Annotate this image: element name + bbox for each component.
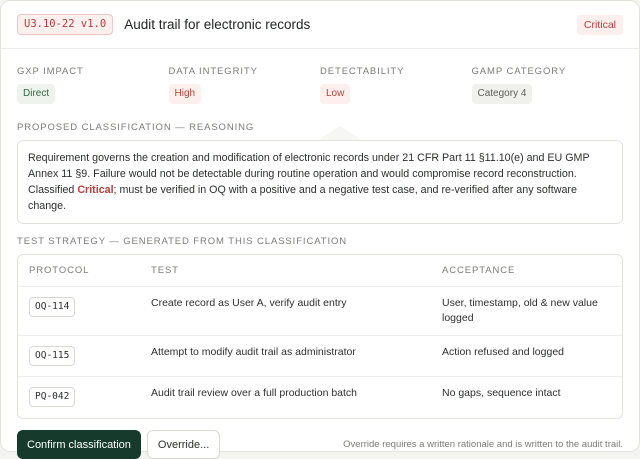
metric-label: GAMP Category (471, 66, 567, 77)
test-cell: Attempt to modify audit trail as adminis… (151, 346, 356, 358)
severity-badge: Critical (576, 14, 623, 35)
acceptance-cell: Action refused and logged (442, 346, 565, 358)
protocol-tag[interactable]: OQ-114 (29, 297, 76, 317)
action-footer: Confirm classification Override... Overr… (1, 419, 639, 459)
test-cell: Create record as User A, verify audit en… (151, 297, 347, 309)
metric-label: GxP Impact (17, 66, 84, 77)
metric-label: Detectability (320, 66, 405, 77)
table-row: OQ-114 Create record as User A, verify a… (18, 286, 622, 335)
test-cell: Audit trail review over a full productio… (151, 387, 358, 399)
table-header-row: Protocol Test Acceptance (18, 255, 622, 286)
metric-gamp-category: GAMP Category Category 4 (471, 66, 624, 104)
page-title: Audit trail for electronic records (124, 17, 311, 32)
classification-card: U3.10-22 v1.0 Audit trail for electronic… (0, 0, 640, 459)
reasoning-text: Requirement governs the creation and mod… (17, 140, 623, 224)
reasoning-emphasis: Critical (77, 184, 114, 196)
metric-detectability: Detectability Low (320, 66, 472, 104)
card-header: U3.10-22 v1.0 Audit trail for electronic… (1, 1, 639, 49)
test-strategy-table: Protocol Test Acceptance OQ-114 Create r… (17, 254, 623, 419)
metric-gxp-impact: GxP Impact Direct (17, 66, 169, 104)
confirm-classification-button[interactable]: Confirm classification (17, 430, 141, 459)
metric-value-chip: Category 4 (471, 84, 533, 104)
override-note: Override requires a written rationale an… (343, 439, 623, 450)
table-row: PQ-042 Audit trail review over a full pr… (18, 376, 622, 418)
table-row: OQ-115 Attempt to modify audit trail as … (18, 335, 622, 376)
metric-data-integrity: Data Integrity High (168, 66, 321, 104)
strategy-section-label: Test strategy — generated from this clas… (17, 236, 348, 247)
metric-value-chip: Direct (17, 84, 56, 104)
protocol-cell: OQ-114 (18, 296, 151, 335)
metric-value-chip: Low (320, 84, 351, 104)
metric-value-chip: High (168, 84, 202, 104)
override-button[interactable]: Override... (146, 430, 221, 459)
protocol-tag[interactable]: OQ-115 (29, 346, 76, 366)
reasoning-wrapper: Requirement governs the creation and mod… (1, 126, 639, 224)
requirement-id-badge: U3.10-22 v1.0 (17, 14, 114, 35)
protocol-cell: PQ-042 (18, 386, 151, 418)
column-header-acceptance: Acceptance (442, 265, 516, 276)
column-header-test: Test (151, 265, 179, 276)
protocol-cell: OQ-115 (18, 345, 151, 376)
protocol-tag[interactable]: PQ-042 (29, 387, 76, 407)
column-header-protocol: Protocol (29, 265, 90, 276)
acceptance-cell: No gaps, sequence intact (442, 387, 561, 399)
metric-label: Data Integrity (168, 66, 258, 77)
acceptance-cell: User, timestamp, old & new value logged (442, 297, 598, 324)
classification-metrics: GxP Impact Direct Data Integrity High De… (1, 49, 639, 104)
